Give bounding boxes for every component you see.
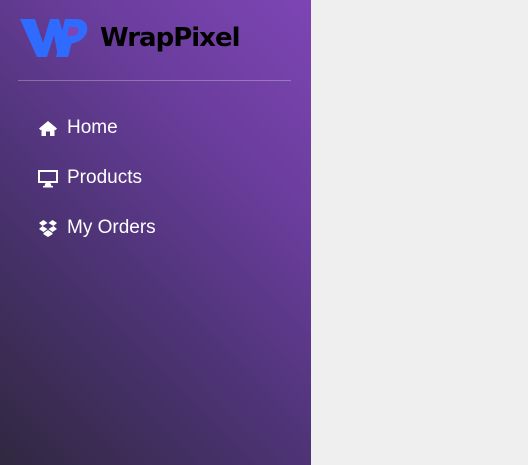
brand[interactable]: WrapPixel — [20, 17, 240, 59]
dropbox-icon — [37, 217, 59, 239]
sidebar: WrapPixel Home Products My Orders — [0, 0, 311, 465]
sidebar-item-my-orders[interactable]: My Orders — [37, 210, 297, 246]
sidebar-item-label: My Orders — [67, 217, 156, 238]
sidebar-nav: Home Products My Orders — [37, 110, 297, 260]
wrappixel-logo-icon — [20, 19, 88, 57]
sidebar-item-label: Home — [67, 117, 118, 138]
sidebar-item-home[interactable]: Home — [37, 110, 297, 146]
sidebar-divider — [18, 80, 291, 81]
app-window: WrapPixel Home Products My Orders — [0, 0, 528, 465]
sidebar-item-products[interactable]: Products — [37, 160, 297, 196]
monitor-icon — [37, 167, 59, 189]
sidebar-item-label: Products — [67, 167, 142, 188]
brand-name: WrapPixel — [100, 23, 240, 53]
home-icon — [37, 117, 59, 139]
main-content — [311, 0, 528, 465]
